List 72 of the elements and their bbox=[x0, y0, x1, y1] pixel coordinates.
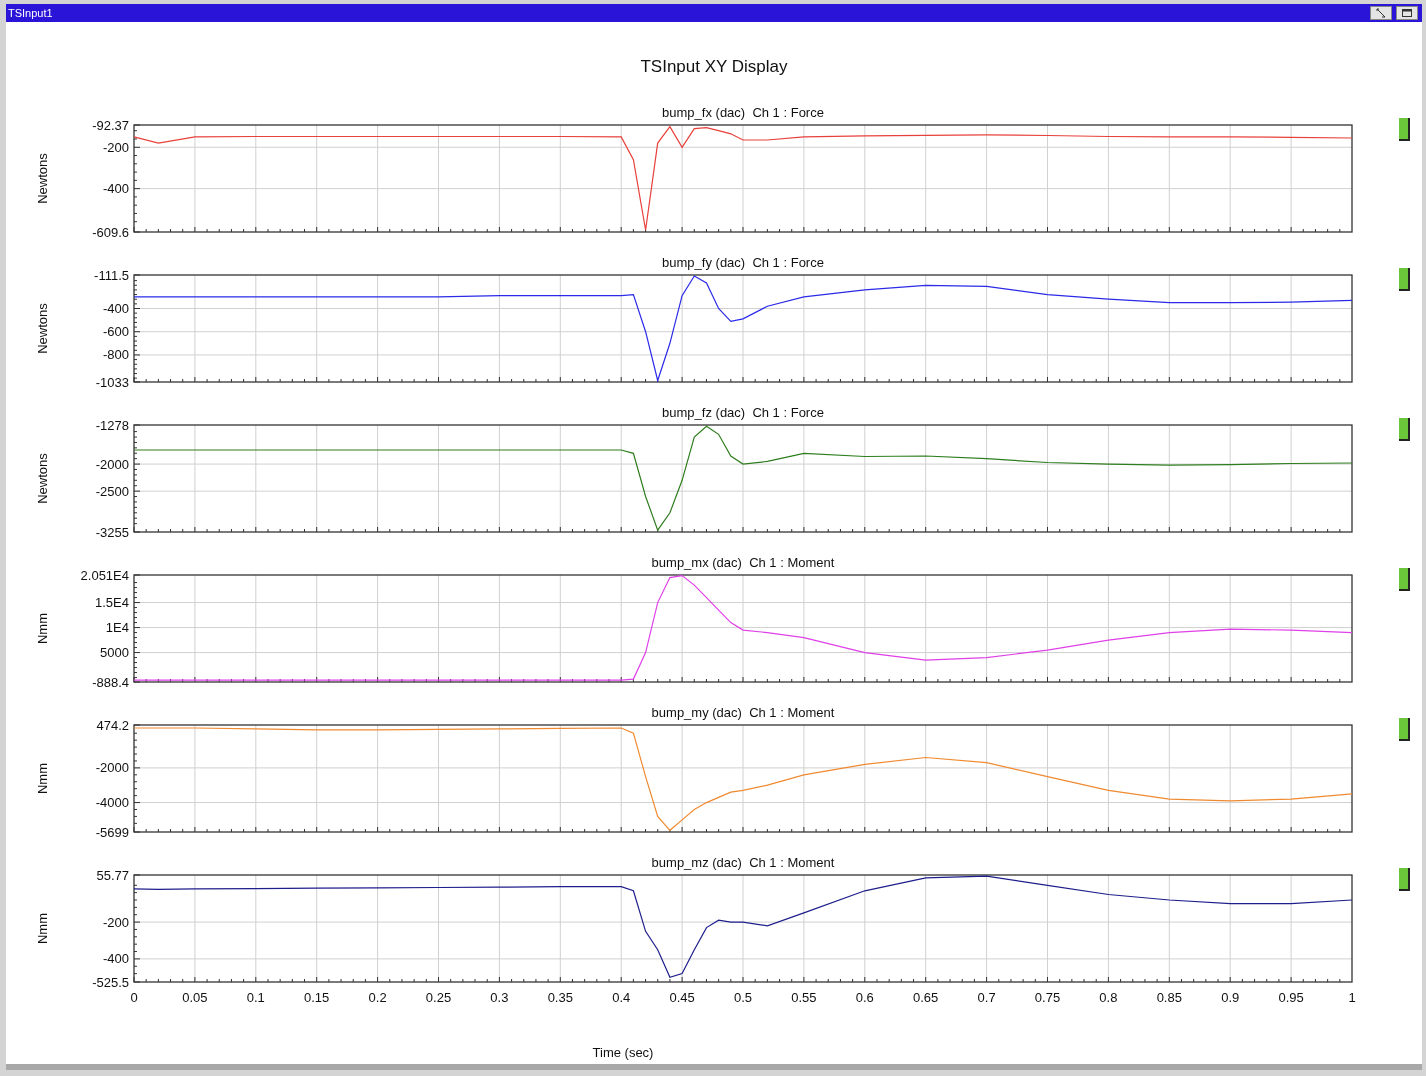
tick-label: 474.2 bbox=[96, 717, 129, 733]
tick-label: 0.35 bbox=[547, 990, 573, 1005]
chart-title: bump_fz (dac) Ch 1 : Force bbox=[662, 405, 824, 420]
titlebar-button[interactable] bbox=[1370, 6, 1392, 20]
tick-label: 0.25 bbox=[425, 990, 452, 1005]
tick-label: 0.65 bbox=[913, 990, 939, 1005]
tick-label: 5000 bbox=[100, 645, 129, 661]
status-indicator bbox=[1399, 268, 1410, 291]
status-indicator bbox=[1399, 418, 1410, 441]
tick-label: 0.75 bbox=[1034, 990, 1061, 1005]
tick-label: 0.3 bbox=[490, 990, 509, 1005]
tick-label: 0.9 bbox=[1221, 990, 1240, 1005]
tick-label: 0.95 bbox=[1278, 990, 1304, 1005]
tick-label: -200 bbox=[102, 139, 129, 155]
tick-label: 2.051E4 bbox=[80, 567, 129, 583]
tick-label: 0.4 bbox=[612, 990, 631, 1005]
tick-label: -1278 bbox=[95, 417, 129, 433]
tick-label: 0.7 bbox=[977, 990, 996, 1005]
axis-label: Newtons bbox=[35, 153, 50, 204]
status-indicator bbox=[1399, 568, 1410, 591]
tick-label: 1 bbox=[1348, 990, 1356, 1005]
chart-title: bump_my (dac) Ch 1 : Moment bbox=[651, 705, 835, 720]
tick-label: -92.37 bbox=[92, 117, 129, 133]
tick-label: 0 bbox=[130, 990, 138, 1005]
axis-label: Newtons bbox=[35, 453, 50, 504]
tick-label: 1E4 bbox=[105, 620, 129, 636]
tick-label: 0.5 bbox=[733, 990, 753, 1005]
tick-label: -111.5 bbox=[94, 267, 129, 283]
status-indicator bbox=[1399, 718, 1410, 741]
axis-label: Newtons bbox=[35, 303, 50, 354]
display-title: TSInput XY Display bbox=[640, 57, 788, 76]
tick-label: 0.85 bbox=[1156, 990, 1182, 1005]
tick-label: -2000 bbox=[95, 456, 129, 472]
tick-label: -888.4 bbox=[92, 674, 129, 690]
tick-label: -800 bbox=[102, 347, 129, 363]
chart-title: bump_mx (dac) Ch 1 : Moment bbox=[651, 555, 835, 570]
maximize-button[interactable] bbox=[1396, 6, 1418, 20]
tick-label: -400 bbox=[102, 301, 129, 316]
tick-label: -600 bbox=[102, 324, 129, 340]
tick-label: 1.5E4 bbox=[95, 595, 129, 611]
axis-label: Nmm bbox=[35, 763, 50, 794]
tick-label: -200 bbox=[102, 914, 129, 930]
chart-title: bump_fy (dac) Ch 1 : Force bbox=[662, 255, 824, 270]
tick-label: -3255 bbox=[95, 524, 129, 540]
tick-label: -400 bbox=[102, 951, 129, 967]
tick-label: 0.2 bbox=[368, 990, 387, 1005]
tick-label: 0.45 bbox=[669, 990, 695, 1005]
axis-label: Nmm bbox=[35, 913, 50, 944]
status-indicator bbox=[1399, 118, 1410, 141]
pen-icon bbox=[1375, 8, 1387, 18]
tick-label: 0.05 bbox=[182, 990, 208, 1005]
tick-label: 0.1 bbox=[246, 990, 265, 1005]
tick-label: 0.8 bbox=[1099, 990, 1118, 1005]
tick-label: 0.15 bbox=[304, 990, 330, 1005]
chart-title: bump_fx (dac) Ch 1 : Force bbox=[662, 105, 824, 120]
tick-label: -5699 bbox=[95, 824, 129, 840]
status-indicator bbox=[1399, 868, 1410, 891]
tick-label: 55.77 bbox=[96, 867, 129, 883]
tick-label: -609.6 bbox=[92, 224, 129, 240]
tick-label: -525.5 bbox=[92, 974, 129, 990]
tick-label: -400 bbox=[102, 181, 129, 197]
window-title: TSInput1 bbox=[8, 6, 53, 21]
tick-label: -2000 bbox=[95, 760, 129, 776]
tick-label: 0.6 bbox=[855, 990, 874, 1005]
tick-label: -4000 bbox=[95, 795, 129, 811]
chart-title: bump_mz (dac) Ch 1 : Moment bbox=[651, 855, 835, 870]
axis-label: Nmm bbox=[35, 613, 50, 644]
axis-label: Time (sec) bbox=[592, 1045, 654, 1060]
tick-label: 0.55 bbox=[791, 990, 817, 1005]
window-icon bbox=[1402, 9, 1412, 17]
tick-label: -2500 bbox=[95, 483, 129, 499]
tick-label: -1033 bbox=[95, 374, 129, 390]
